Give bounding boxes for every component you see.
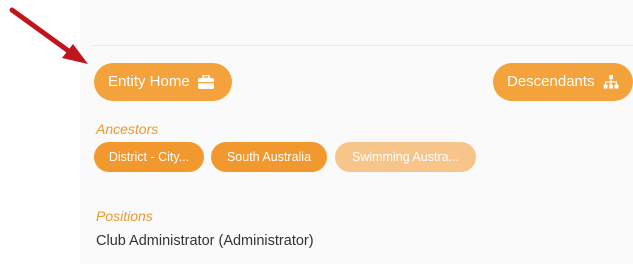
- ancestor-chip-swimming-australia[interactable]: Swimming Austra...: [335, 142, 476, 172]
- position-item: Club Administrator (Administrator): [96, 233, 314, 249]
- entity-home-button[interactable]: Entity Home: [94, 63, 232, 101]
- briefcase-icon: [197, 75, 214, 89]
- sitemap-icon: [603, 75, 619, 89]
- ancestors-heading: Ancestors: [96, 121, 159, 137]
- ancestor-chip-south-australia[interactable]: South Australia: [211, 142, 327, 172]
- entity-panel: [80, 0, 633, 264]
- pointer-arrow-icon: [9, 7, 88, 64]
- descendants-label: Descendants: [507, 73, 595, 90]
- entity-home-label: Entity Home: [108, 73, 190, 90]
- positions-heading: Positions: [96, 208, 153, 224]
- panel-divider: [92, 45, 633, 46]
- descendants-button[interactable]: Descendants: [493, 63, 633, 101]
- ancestor-chip-district[interactable]: District - City...: [94, 142, 204, 172]
